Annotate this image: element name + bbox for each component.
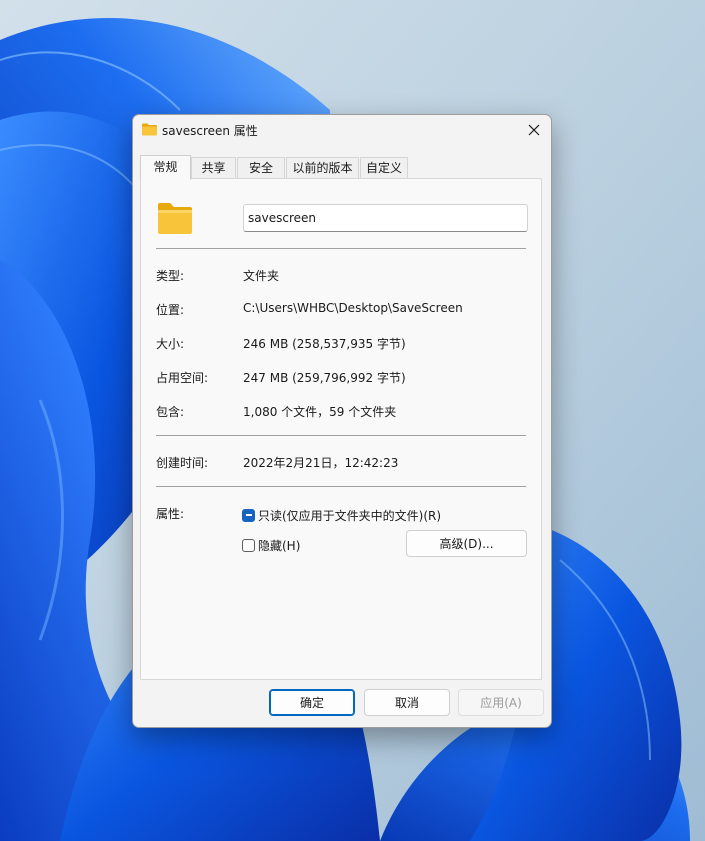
- divider: [156, 486, 526, 487]
- close-button[interactable]: [517, 115, 551, 145]
- checkbox-indeterminate-icon: [242, 508, 255, 522]
- advanced-button[interactable]: 高级(D)...: [406, 530, 527, 557]
- folder-name-input[interactable]: [243, 204, 528, 232]
- window-title: savescreen 属性: [162, 124, 258, 138]
- location-label: 位置:: [156, 303, 185, 317]
- properties-dialog: savescreen 属性 常规 共享 安全 以前的版本 自定义 类型: 文件夹…: [132, 114, 552, 728]
- title-bar[interactable]: savescreen 属性: [133, 115, 551, 145]
- readonly-checkbox[interactable]: 只读(仅应用于文件夹中的文件)(R): [242, 507, 441, 523]
- created-value: 2022年2月21日，12:42:23: [243, 456, 399, 470]
- folder-icon: [142, 123, 157, 136]
- tab-previous-versions[interactable]: 以前的版本: [286, 157, 359, 179]
- contains-value: 1,080 个文件，59 个文件夹: [243, 405, 397, 419]
- type-value: 文件夹: [243, 269, 280, 283]
- folder-icon: [158, 203, 192, 234]
- divider: [156, 248, 526, 249]
- tab-customize[interactable]: 自定义: [360, 157, 408, 179]
- readonly-checkbox-label: 只读(仅应用于文件夹中的文件)(R): [258, 508, 442, 523]
- size-on-disk-label: 占用空间:: [156, 371, 209, 385]
- hidden-checkbox[interactable]: 隐藏(H): [242, 537, 300, 553]
- contains-label: 包含:: [156, 405, 185, 419]
- general-tab-panel: 类型: 文件夹 位置: C:\Users\WHBC\Desktop\SaveSc…: [140, 178, 542, 680]
- tab-sharing[interactable]: 共享: [191, 157, 236, 179]
- hidden-checkbox-label: 隐藏(H): [258, 538, 301, 553]
- close-icon: [528, 124, 540, 136]
- tab-security[interactable]: 安全: [237, 157, 285, 179]
- tab-general[interactable]: 常规: [140, 155, 191, 180]
- checkbox-unchecked-icon: [242, 538, 255, 552]
- divider: [156, 435, 526, 436]
- size-label: 大小:: [156, 337, 185, 351]
- cancel-button[interactable]: 取消: [364, 689, 450, 716]
- attributes-label: 属性:: [156, 507, 185, 521]
- apply-button[interactable]: 应用(A): [458, 689, 544, 716]
- ok-button[interactable]: 确定: [269, 689, 355, 716]
- size-value: 246 MB (258,537,935 字节): [243, 337, 406, 351]
- location-value: C:\Users\WHBC\Desktop\SaveScreen: [243, 301, 463, 315]
- created-label: 创建时间:: [156, 456, 209, 470]
- size-on-disk-value: 247 MB (259,796,992 字节): [243, 371, 406, 385]
- type-label: 类型:: [156, 269, 185, 283]
